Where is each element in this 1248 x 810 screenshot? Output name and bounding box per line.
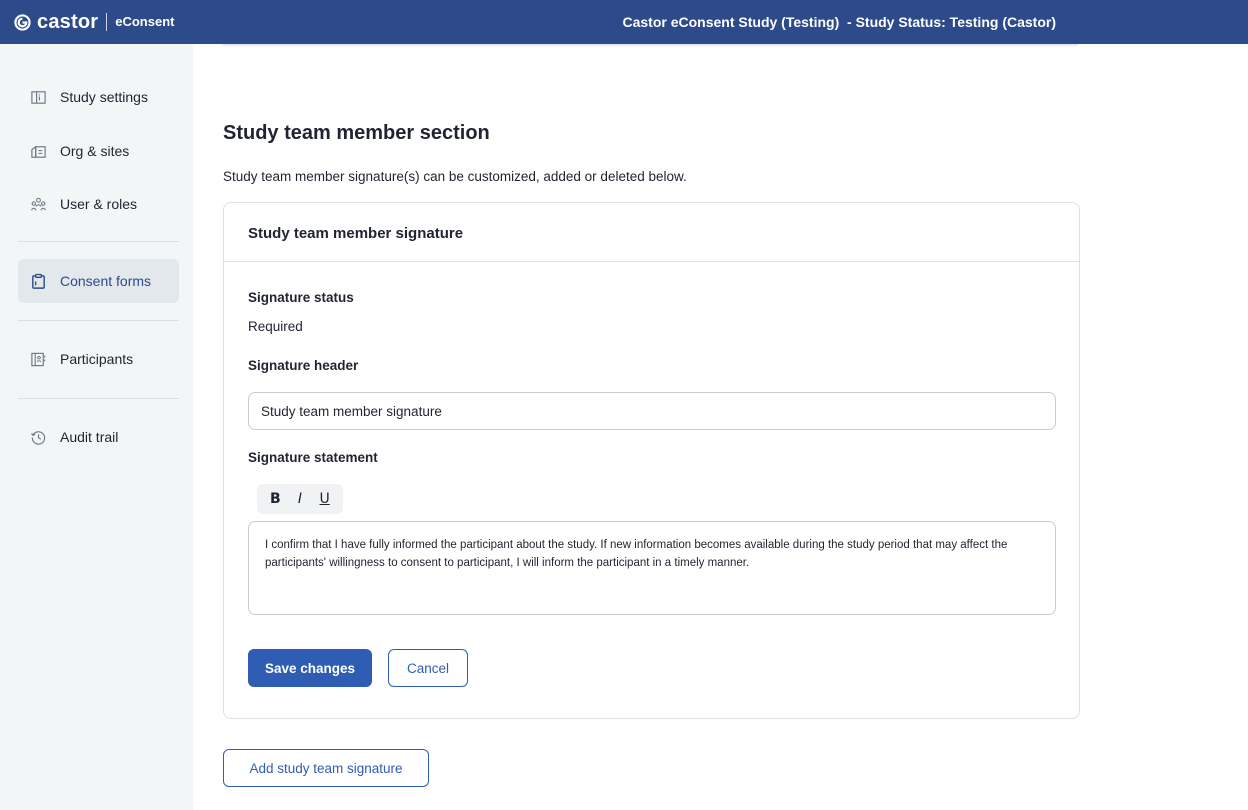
section-description: Study team member signature(s) can be cu… (223, 169, 687, 184)
participants-icon (31, 352, 46, 366)
page-title: Study team member section (223, 122, 490, 144)
signature-card: Study team member signature Signature st… (223, 202, 1080, 719)
history-icon (31, 430, 46, 445)
logo-divider (106, 13, 108, 31)
add-study-team-signature-button[interactable]: Add study team signature (223, 749, 429, 787)
bold-button[interactable]: B (264, 488, 286, 510)
underline-button[interactable]: U (314, 488, 336, 510)
signature-status-value: Required (248, 319, 303, 334)
card-title: Study team member signature (248, 225, 464, 242)
sidebar-item-label: Org & sites (60, 143, 130, 159)
sidebar-item-org-sites[interactable]: Org & sites (18, 129, 179, 173)
cancel-button[interactable]: Cancel (388, 649, 468, 687)
signature-header-label: Signature header (248, 358, 359, 373)
italic-button[interactable]: I (289, 488, 311, 510)
signature-header-input[interactable] (248, 392, 1056, 430)
brand-name: castor (37, 11, 99, 33)
sidebar-item-study-settings[interactable]: Study settings (18, 75, 179, 119)
sidebar-item-label: Consent forms (60, 273, 152, 289)
sidebar-item-label: Audit trail (60, 429, 119, 445)
study-settings-icon (31, 90, 46, 104)
users-icon (30, 197, 47, 210)
sidebar-item-label: Participants (60, 351, 134, 367)
signature-statement-editor[interactable]: I confirm that I have fully informed the… (248, 521, 1056, 615)
sidebar-item-label: Study settings (60, 89, 148, 105)
signature-statement-label: Signature statement (248, 450, 378, 465)
top-bar: castor eConsent Castor eConsent Study (T… (0, 0, 1248, 44)
sidebar-divider (18, 320, 179, 321)
sidebar-item-user-roles[interactable]: User & roles (18, 182, 179, 226)
rich-text-toolbar: B I U (257, 484, 343, 514)
signature-status-label: Signature status (248, 290, 354, 305)
sidebar-divider (18, 241, 179, 242)
sidebar-item-participants[interactable]: Participants (18, 337, 179, 381)
sidebar: Study settings Org & sites User & roles … (0, 44, 193, 810)
save-changes-button[interactable]: Save changes (248, 649, 372, 687)
sidebar-divider (18, 398, 179, 399)
header-shadow (222, 44, 1078, 46)
sidebar-item-label: User & roles (60, 196, 138, 212)
sidebar-item-audit-trail[interactable]: Audit trail (18, 415, 179, 459)
clipboard-icon (32, 273, 45, 289)
castor-logo-icon (14, 13, 31, 31)
building-icon (31, 145, 46, 158)
castor-logo[interactable]: castor eConsent (14, 11, 174, 33)
study-title: Castor eConsent Study (Testing) - Study … (622, 14, 1056, 30)
product-name: eConsent (115, 14, 175, 29)
sidebar-item-consent-forms[interactable]: Consent forms (18, 259, 179, 303)
card-header: Study team member signature (224, 203, 1079, 262)
